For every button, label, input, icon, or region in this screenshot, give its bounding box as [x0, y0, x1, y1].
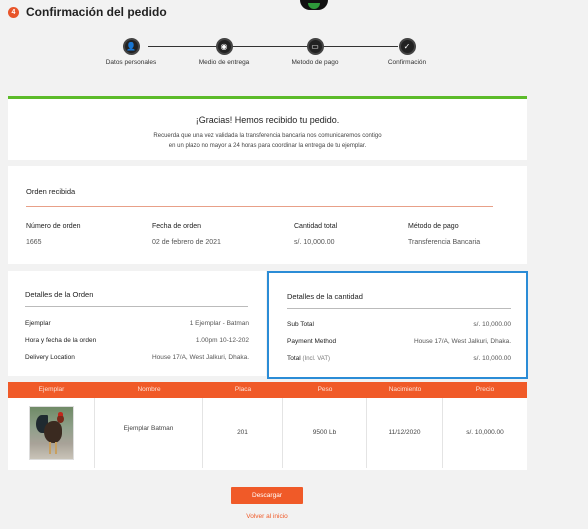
thank-you-line: Recuerda que una vez validada la transfe… [153, 133, 382, 139]
amount-details-title: Detalles de la cantidad [287, 292, 363, 301]
amount-key: Sub Total [287, 321, 314, 328]
back-to-home-link[interactable]: Volver al inicio [231, 513, 303, 520]
amount-value: House 17/A, West Jalkuri, Dhaka. [413, 338, 511, 345]
cell-nacimiento: 11/12/2020 [367, 398, 443, 468]
amount-row-payment-method: Payment Method House 17/A, West Jalkuri,… [287, 338, 511, 345]
thank-you-line: en un plazo no mayor a 24 horas para coo… [168, 143, 367, 149]
step-label: Metodo de pago [291, 59, 339, 66]
rooster-image [28, 406, 74, 460]
column-header: Nacimiento [388, 386, 422, 393]
ejemplar-image-cell [8, 398, 95, 468]
table-header: Ejemplar Nombre Placa Peso Nacimiento Pr… [8, 382, 527, 398]
amount-value: s/. 10,000.00 [473, 355, 511, 362]
step-label: Medio de entrega [198, 59, 250, 66]
amount-row-subtotal: Sub Total s/. 10,000.00 [287, 321, 511, 328]
amount-key: Total (Incl. VAT) [287, 355, 330, 362]
order-date-value: 02 de febrero de 2021 [152, 239, 221, 246]
step-label: Confirmación [387, 59, 427, 66]
delivery-icon: ◉ [215, 38, 233, 55]
cell-precio: s/. 10,000.00 [466, 429, 504, 436]
order-number: Número de orden 1665 [26, 223, 80, 246]
cell-peso: 9500 Lb [283, 398, 367, 468]
divider [26, 206, 493, 207]
detail-value: House 17/A, West Jalkuri, Dhaka. [151, 354, 249, 361]
items-table: Ejemplar Nombre Placa Peso Nacimiento Pr… [8, 382, 527, 470]
step-medio-de-entrega[interactable]: ◉ Medio de entrega [184, 38, 264, 66]
divider [287, 308, 511, 309]
order-total: Cantidad total s/. 10,000.00 [294, 223, 337, 246]
thank-you-message: Recuerda que una vez validada la transfe… [8, 131, 527, 151]
checkout-stepper: 👤 Datos personales ◉ Medio de entrega ▭ … [100, 38, 426, 68]
page-header: 4 Confirmación del pedido [8, 5, 167, 19]
user-icon: 👤 [122, 38, 140, 55]
amount-value: s/. 10,000.00 [473, 321, 511, 328]
step-label: Datos personales [105, 59, 157, 66]
total-note: (Incl. VAT) [302, 356, 330, 362]
amount-key: Payment Method [287, 338, 337, 345]
order-date-label: Fecha de orden [152, 223, 202, 230]
order-details-title: Detalles de la Orden [25, 290, 94, 299]
cell-nombre: Ejemplar Batman [95, 398, 203, 468]
order-number-label: Número de orden [26, 223, 81, 230]
detail-value: 1 Ejemplar - Batman [189, 320, 249, 327]
thank-you-card: ¡Gracias! Hemos recibido tu pedido. Recu… [8, 96, 527, 160]
detail-key: Delivery Location [25, 354, 75, 361]
check-icon: ✓ [398, 38, 416, 55]
column-header: Peso [317, 386, 333, 393]
detail-key: Hora y fecha de la orden [25, 337, 97, 344]
card-icon: ▭ [306, 38, 324, 55]
detail-row-order-datetime: Hora y fecha de la orden 1.00pm 10-12-20… [25, 337, 249, 344]
column-header: Placa [234, 386, 252, 393]
detail-row-delivery-location: Delivery Location House 17/A, West Jalku… [25, 354, 249, 361]
detail-key: Ejemplar [25, 320, 51, 327]
order-details-card: Detalles de la Orden Ejemplar 1 Ejemplar… [8, 271, 266, 376]
step-metodo-de-pago[interactable]: ▭ Metodo de pago [275, 38, 355, 66]
thank-you-title: ¡Gracias! Hemos recibido tu pedido. [195, 115, 340, 125]
amount-row-total: Total (Incl. VAT) s/. 10,000.00 [287, 355, 511, 362]
amount-details-card: Detalles de la cantidad Sub Total s/. 10… [267, 271, 528, 379]
order-total-label: Cantidad total [294, 223, 338, 230]
detail-row-ejemplar: Ejemplar 1 Ejemplar - Batman [25, 320, 249, 327]
divider [25, 306, 248, 307]
page-title: Confirmación del pedido [26, 5, 167, 19]
order-title: Orden recibida [26, 187, 76, 196]
order-summary-card: Orden recibida Número de orden 1665 Fech… [8, 166, 527, 264]
total-label: Total [287, 355, 301, 362]
column-header: Nombre [137, 386, 161, 393]
top-decoration [300, 0, 328, 10]
column-header: Ejemplar [38, 386, 65, 393]
table-row[interactable]: Ejemplar Batman 201 9500 Lb 11/12/2020 s… [8, 398, 527, 468]
download-button[interactable]: Descargar [231, 487, 303, 504]
step-confirmacion[interactable]: ✓ Confirmación [367, 38, 447, 66]
cell-placa: 201 [203, 398, 283, 468]
order-method-value: Transferencia Bancaria [408, 239, 481, 246]
column-header: Precio [475, 386, 495, 393]
order-number-value: 1665 [26, 239, 42, 246]
order-date: Fecha de orden 02 de febrero de 2021 [152, 223, 221, 246]
order-method-label: Método de pago [408, 223, 459, 230]
detail-value: 1.00pm 10-12-202 [195, 337, 249, 344]
order-payment-method: Método de pago Transferencia Bancaria [408, 223, 480, 246]
order-total-value: s/. 10,000.00 [294, 239, 335, 246]
step-datos-personales[interactable]: 👤 Datos personales [91, 38, 171, 66]
step-number-badge: 4 [8, 6, 19, 18]
